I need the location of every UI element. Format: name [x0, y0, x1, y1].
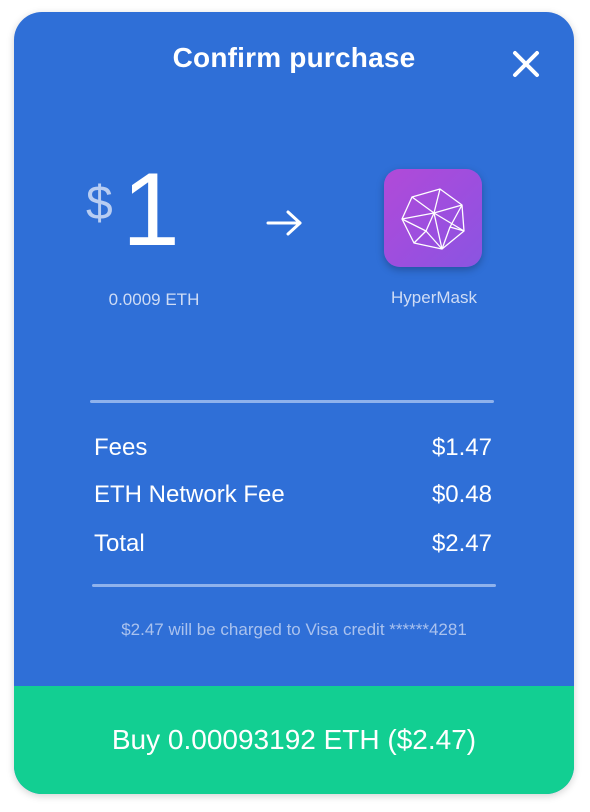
charge-note: $2.47 will be charged to Visa credit ***…	[121, 620, 467, 639]
eth-equivalent: 0.0009 ETH	[108, 290, 200, 309]
currency-symbol: $	[86, 177, 113, 230]
total-value: $2.47	[431, 530, 492, 557]
fee-label: Fees	[94, 434, 148, 461]
purchase-amount: $ 1	[86, 158, 206, 282]
hypermask-logo-icon	[384, 169, 482, 267]
divider-bottom	[92, 584, 496, 587]
arrow-right-icon	[266, 208, 304, 238]
fee-value: $0.48	[431, 481, 492, 508]
divider-top	[90, 400, 494, 403]
fee-label: ETH Network Fee	[94, 481, 285, 508]
dialog-title: Confirm purchase	[172, 42, 416, 73]
app-name: HyperMask	[391, 288, 477, 307]
fee-value: $1.47	[431, 434, 492, 461]
total-row: Total $2.47	[94, 530, 492, 558]
fee-row: ETH Network Fee $0.48	[94, 481, 492, 509]
amount-value: 1	[122, 152, 180, 268]
buy-button[interactable]: Buy 0.00093192 ETH ($2.47)	[14, 686, 574, 794]
fee-row: Fees $1.47	[94, 434, 492, 462]
confirm-purchase-dialog: Confirm purchase $ 1 0.0009 ETH HyperMas…	[14, 12, 574, 794]
total-label: Total	[94, 530, 145, 557]
close-icon[interactable]	[508, 46, 544, 82]
